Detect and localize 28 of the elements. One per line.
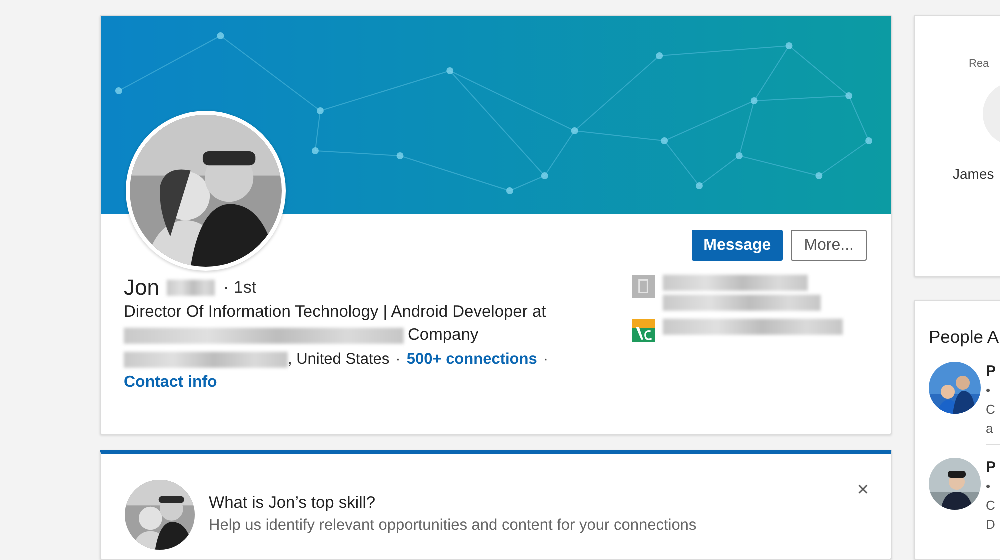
person-detail: C <box>986 401 996 419</box>
person-detail: a <box>986 420 994 438</box>
skill-question: What is Jon’s top skill? <box>209 494 377 513</box>
more-button[interactable]: More... <box>791 230 867 261</box>
headline: Director Of Information Technology | Android Developer at <box>124 302 548 323</box>
contact-info-link[interactable]: Contact info <box>124 374 549 392</box>
separator: · <box>396 351 401 369</box>
person-detail: • <box>986 382 991 400</box>
person-name: James <box>953 166 996 182</box>
person-detail: C <box>986 497 996 515</box>
blurred-text <box>167 280 216 296</box>
person-name: P <box>986 458 996 477</box>
separator: · <box>543 351 549 369</box>
message-button[interactable]: Message <box>692 230 784 261</box>
profile-name: Jon <box>124 275 160 301</box>
close-button[interactable]: × <box>855 480 871 500</box>
connections-link[interactable]: 500+ connections <box>406 351 538 369</box>
school-logo-icon <box>632 319 655 342</box>
person-name: P <box>986 362 996 381</box>
person-detail: • <box>986 478 991 496</box>
skill-description: Help us identify relevant opportunities and content for your connections <box>209 517 698 535</box>
location: , United States <box>288 351 390 369</box>
person-detail: D <box>986 516 996 534</box>
building-icon <box>632 275 655 298</box>
card-label: Rea <box>969 58 990 70</box>
section-title: People A <box>929 327 1000 348</box>
headline-company: Company <box>408 325 479 346</box>
connection-degree: · 1st <box>223 278 257 298</box>
